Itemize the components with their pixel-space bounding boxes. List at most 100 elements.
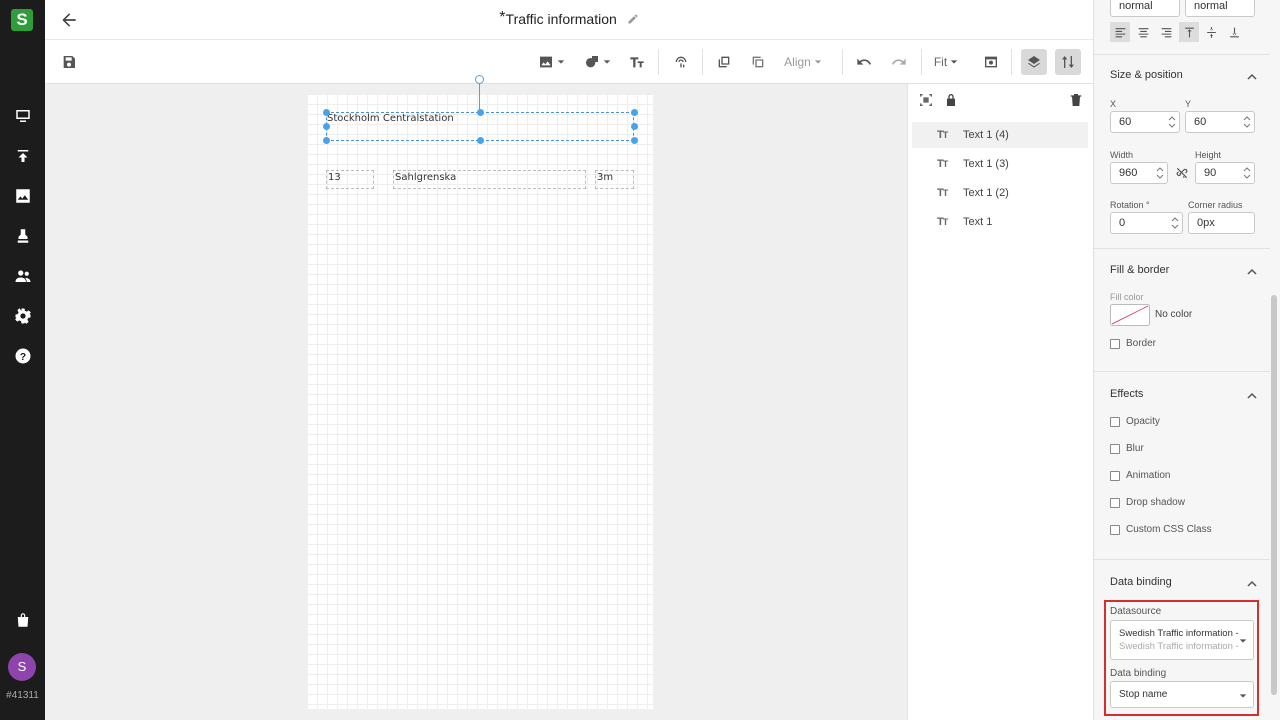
bring-forward-button[interactable] [714,50,734,74]
insert-text-button[interactable] [627,50,647,74]
document-title-wrap: *Traffic information [45,9,1093,27]
caret-down-icon [1239,694,1247,698]
properties-toggle-button[interactable] [1055,49,1081,75]
effects-title: Effects [1110,388,1144,400]
x-input[interactable]: 60 [1110,111,1180,133]
text-layer-icon: TT [937,129,948,141]
chevron-up-icon[interactable] [1247,72,1257,82]
custom-css-checkbox[interactable] [1110,525,1120,535]
stepper-icon[interactable] [1243,114,1251,130]
resize-handle-br[interactable] [631,137,638,144]
layer-item[interactable]: TT Text 1 (2) [912,180,1088,206]
stepper-icon[interactable] [1171,215,1179,231]
lock-button[interactable] [943,92,959,108]
layer-item[interactable]: TT Text 1 [912,209,1088,235]
width-input[interactable]: 960 [1110,162,1168,184]
editor-toolbar: Align Fit [45,41,1093,83]
chevron-up-icon[interactable] [1247,579,1257,589]
layer-item[interactable]: TT Text 1 (3) [912,151,1088,177]
resize-handle-tl[interactable] [323,109,330,116]
help-nav-button[interactable]: ? [0,336,45,376]
y-input[interactable]: 60 [1185,111,1255,133]
text-element-time[interactable]: 3m [595,170,634,189]
height-input[interactable]: 90 [1195,162,1255,184]
send-backward-button[interactable] [748,50,768,74]
text-element-destination[interactable]: Sahlgrenska [393,170,586,189]
text-element-route[interactable]: 13 [326,170,374,189]
resize-handle-bl[interactable] [323,137,330,144]
opacity-checkbox[interactable] [1110,417,1120,427]
insert-shape-button[interactable] [581,50,613,74]
settings-nav-button[interactable] [0,296,45,336]
y-label: Y [1185,99,1192,109]
properties-scrollbar[interactable] [1271,295,1277,695]
datasource-label: Datasource [1110,606,1162,617]
store-nav-button[interactable] [0,600,45,640]
undo-button[interactable] [854,50,874,74]
datasource-select[interactable]: Swedish Traffic information - ... Swedis… [1110,620,1254,660]
font-weight-input[interactable]: normal [1110,0,1180,17]
align-dropdown[interactable]: Align [781,50,825,74]
resize-handle-l[interactable] [323,123,330,130]
selected-text-element[interactable]: Stockholm Centralstation [323,109,638,144]
screens-nav-button[interactable] [0,96,45,136]
link-aspect-icon[interactable] [1175,165,1189,181]
chevron-up-icon[interactable] [1247,391,1257,401]
align-right-button[interactable] [1156,22,1176,42]
templates-nav-button[interactable] [0,216,45,256]
align-left-icon [1115,27,1125,37]
insert-image-button[interactable] [535,50,567,74]
align-bottom-icon [1229,27,1239,37]
stepper-icon[interactable] [1243,165,1251,181]
resize-handle-t[interactable] [477,109,484,116]
group-button[interactable] [918,92,934,108]
stepper-icon[interactable] [1168,114,1176,130]
user-avatar[interactable]: S [8,653,36,681]
align-middle-button[interactable] [1201,22,1221,42]
datasource-subtitle: Swedish Traffic information - ... [1119,641,1241,652]
align-top-button[interactable] [1179,22,1199,42]
users-nav-button[interactable] [0,256,45,296]
caret-down-icon [603,60,610,64]
fill-color-swatch[interactable] [1110,304,1150,326]
save-button[interactable] [59,50,79,74]
blur-checkbox[interactable] [1110,444,1120,454]
resize-handle-b[interactable] [477,137,484,144]
redo-button[interactable] [889,50,909,74]
edit-pencil-icon[interactable] [627,13,639,25]
layer-item[interactable]: TT Text 1 (4) [912,122,1088,148]
delete-layer-button[interactable] [1068,92,1084,108]
toolbar-separator [921,49,922,75]
insert-widget-button[interactable] [671,50,691,74]
animation-checkbox[interactable] [1110,471,1120,481]
undo-icon [857,58,871,65]
media-nav-button[interactable] [0,176,45,216]
resize-handle-r[interactable] [631,123,638,130]
fill-color-label: Fill color [1110,292,1144,302]
rotation-handle[interactable] [475,75,484,84]
border-checkbox[interactable] [1110,339,1120,349]
data-binding-select[interactable]: Stop name [1110,681,1254,708]
drop-shadow-checkbox[interactable] [1110,498,1120,508]
align-left-button[interactable] [1110,22,1130,42]
font-style-input[interactable]: normal [1185,0,1255,17]
resize-handle-tr[interactable] [631,109,638,116]
layer-label: Text 1 (3) [963,158,1009,170]
layer-label: Text 1 (4) [963,129,1009,141]
canvas-area[interactable]: Stockholm Centralstation 13 Sahlgrenska … [45,75,907,720]
canvas-page[interactable]: Stockholm Centralstation 13 Sahlgrenska … [307,75,653,709]
chevron-up-icon[interactable] [1247,267,1257,277]
rotation-input[interactable]: 0 [1110,212,1183,234]
corner-radius-input[interactable]: 0px [1188,212,1255,234]
align-bottom-button[interactable] [1224,22,1244,42]
stepper-icon[interactable] [1156,165,1164,181]
align-center-button[interactable] [1133,22,1153,42]
toolbar-separator [1011,49,1012,75]
app-logo[interactable]: S [11,9,33,31]
zoom-dropdown[interactable]: Fit [931,50,961,74]
preview-button[interactable] [981,50,1001,74]
layers-toggle-button[interactable] [1021,49,1047,75]
document-title[interactable]: Traffic information [506,11,617,27]
section-divider [1094,559,1270,560]
publish-nav-button[interactable] [0,136,45,176]
